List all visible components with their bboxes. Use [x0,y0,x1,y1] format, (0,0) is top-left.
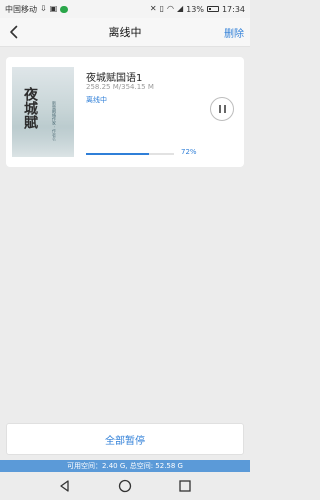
pause-all-button[interactable]: 全部暂停 [6,423,244,455]
android-back-icon[interactable] [58,479,72,493]
status-bar: 中国移动 ⇩ ▣ ✕ ▯ ◠ ◢ 13% 17:34 [0,0,250,18]
wifi-icon: ◠ [167,4,174,13]
pause-button[interactable] [210,97,234,121]
progress-fill [86,153,150,155]
clock: 17:34 [221,4,245,14]
download-item-card[interactable]: 夜城賦 新晉網絡作家 · 作者名 夜城赋国语1 258.25 M/354.15 … [6,57,244,167]
delete-button[interactable]: 删除 [224,25,244,40]
book-cover: 夜城賦 新晉網絡作家 · 作者名 [12,67,74,157]
cover-title: 夜城賦 [22,87,38,129]
nav-bar: 离线中 删除 [0,18,250,47]
progress-bar [86,153,174,155]
book-size: 258.25 M/354.15 M [86,83,154,91]
cover-mist [12,127,74,157]
storage-info: 可用空间：2.40 G, 总空间: 52.58 G [0,460,250,472]
android-home-icon[interactable] [118,479,132,493]
wechat-icon [60,5,69,13]
pause-icon [218,105,226,113]
android-recents-icon[interactable] [178,479,192,493]
book-title: 夜城赋国语1 [86,73,143,84]
back-icon[interactable] [6,24,22,40]
page-title: 离线中 [108,26,142,39]
download-notify-icon: ⇩ [40,4,47,13]
android-nav-bar [0,472,250,500]
signal-icon: ◢ [177,4,184,13]
battery-percent: 13% [186,4,204,14]
mute-icon: ✕ [149,4,157,13]
battery-icon [206,6,219,12]
carrier-text: 中国移动 [5,4,37,14]
vibrate-icon: ▯ [159,4,165,13]
progress-percent: 72% [181,148,197,156]
app-notify-icon: ▣ [49,4,58,13]
status-right: ✕ ▯ ◠ ◢ 13% 17:34 [150,5,245,14]
download-status: 离线中 [86,96,107,104]
status-left: 中国移动 ⇩ ▣ [5,4,69,15]
